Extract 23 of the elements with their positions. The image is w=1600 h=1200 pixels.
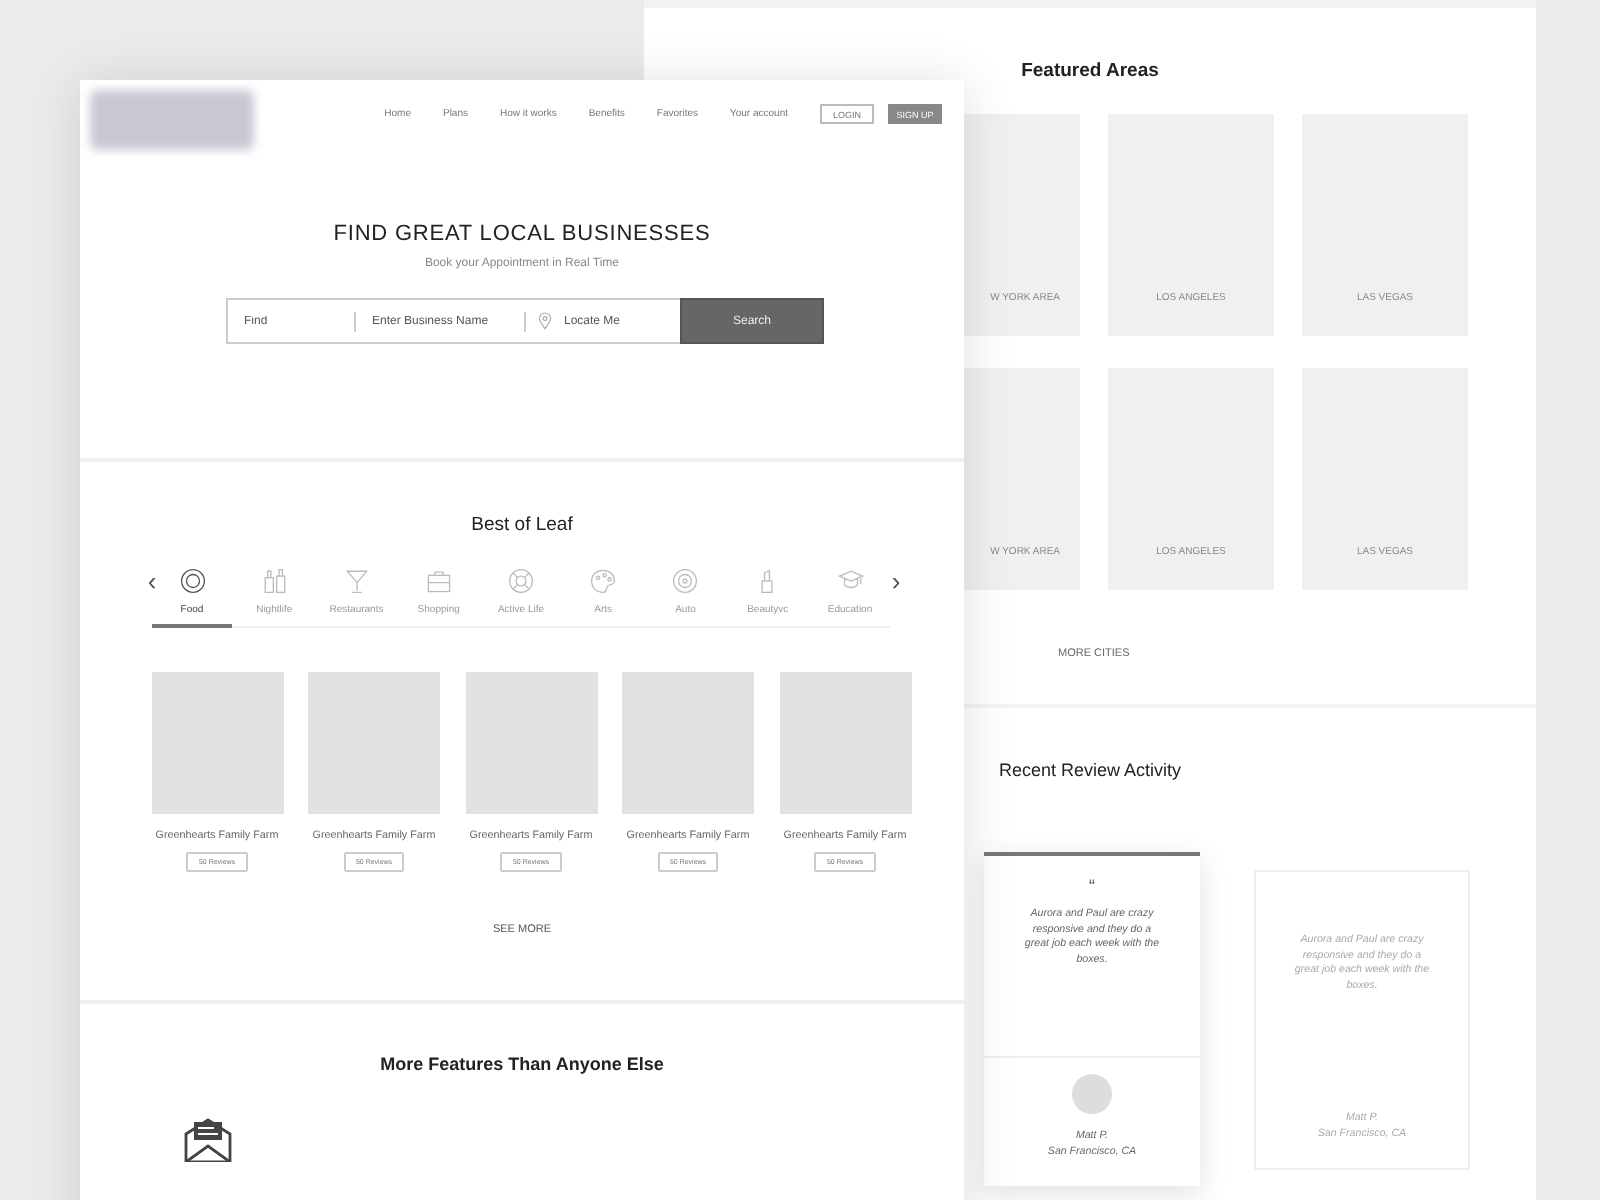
image-placeholder (779, 672, 911, 814)
section-title: Featured Areas (1019, 60, 1161, 82)
plate-icon (179, 568, 205, 594)
image-placeholder (151, 672, 283, 814)
image-placeholder (465, 672, 597, 814)
bottles-icon (261, 568, 288, 594)
envelope-icon (184, 1118, 232, 1162)
palette-icon (590, 568, 617, 594)
image-placeholder (622, 672, 754, 814)
lifebuoy-icon (508, 568, 534, 594)
target-icon (672, 568, 699, 594)
graduation-cap-icon (837, 568, 863, 594)
image-placeholder (308, 672, 440, 814)
avatar-icon (1072, 1074, 1112, 1115)
briefcase-icon (425, 568, 452, 594)
location-pin-icon (538, 312, 552, 330)
section-title: Recent Review Activity (996, 760, 1184, 780)
cocktail-icon (343, 568, 370, 594)
next-button[interactable]: › (888, 568, 904, 594)
section-title: Best of Leaf (469, 514, 575, 536)
section-title: More Features Than Anyone Else (378, 1054, 666, 1074)
quote-mark: “ (1087, 876, 1097, 896)
hero-title: FIND GREAT LOCAL BUSINESSES (331, 222, 713, 246)
